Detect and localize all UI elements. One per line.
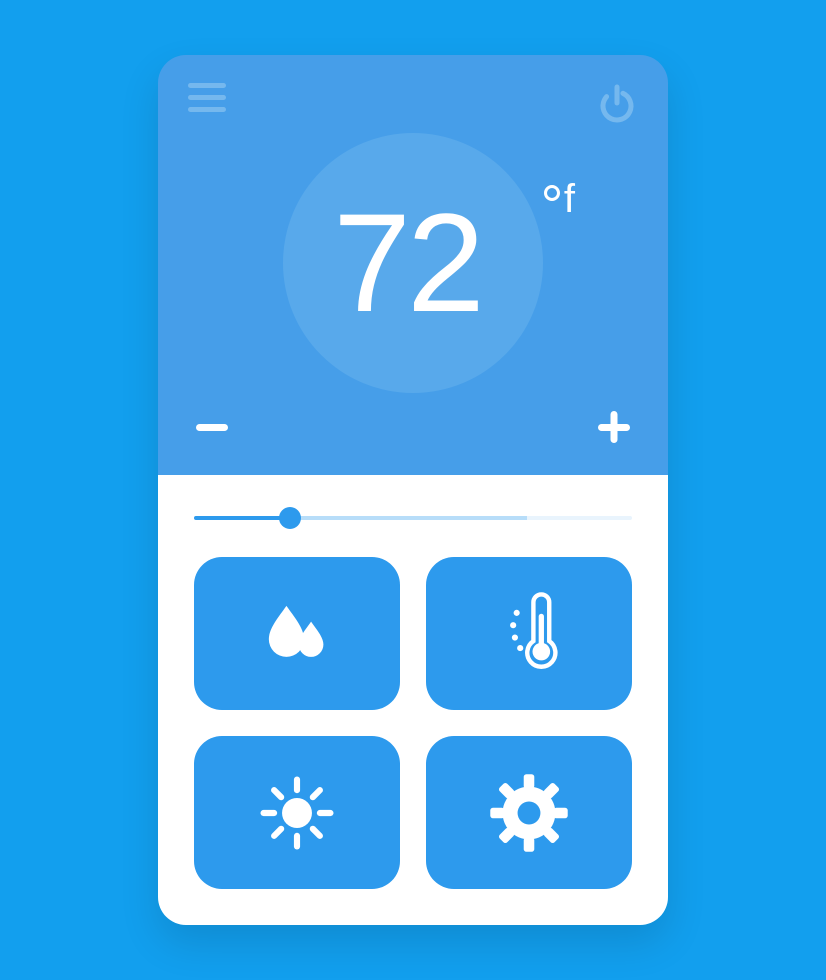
power-icon: [596, 83, 638, 125]
mode-tile-grid: [194, 557, 632, 889]
temperature-display: 72 f: [158, 125, 668, 401]
settings-tile[interactable]: [426, 736, 632, 889]
slider-track: [194, 516, 632, 520]
hamburger-icon: [188, 83, 226, 88]
minus-icon: [186, 401, 238, 453]
top-bar: [158, 55, 668, 125]
slider-thumb[interactable]: [279, 507, 301, 529]
power-button[interactable]: [596, 83, 638, 125]
plus-icon: [588, 401, 640, 453]
temperature-slider[interactable]: [194, 503, 632, 533]
gear-icon: [485, 769, 573, 857]
temperature-tile[interactable]: [426, 557, 632, 710]
slider-fill-active: [194, 516, 290, 520]
slider-fill-end: [527, 516, 632, 520]
weather-tile[interactable]: [194, 736, 400, 889]
adjust-row: [158, 401, 668, 475]
thermostat-app: 72 f: [158, 55, 668, 925]
slider-fill-mid: [290, 516, 527, 520]
temperature-value: 72: [333, 193, 481, 333]
thermometer-icon: [485, 590, 573, 678]
humidity-tile[interactable]: [194, 557, 400, 710]
temperature-circle: 72 f: [283, 133, 543, 393]
temperature-unit-wrap: f: [544, 179, 575, 219]
increase-button[interactable]: [588, 401, 640, 453]
sun-icon: [253, 769, 341, 857]
droplets-icon: [253, 590, 341, 678]
menu-button[interactable]: [188, 83, 226, 112]
hamburger-icon: [188, 95, 226, 100]
decrease-button[interactable]: [186, 401, 238, 453]
bottom-panel: [158, 475, 668, 925]
top-panel: 72 f: [158, 55, 668, 475]
degree-icon: [544, 185, 560, 201]
hamburger-icon: [188, 107, 226, 112]
temperature-unit: f: [564, 179, 575, 219]
